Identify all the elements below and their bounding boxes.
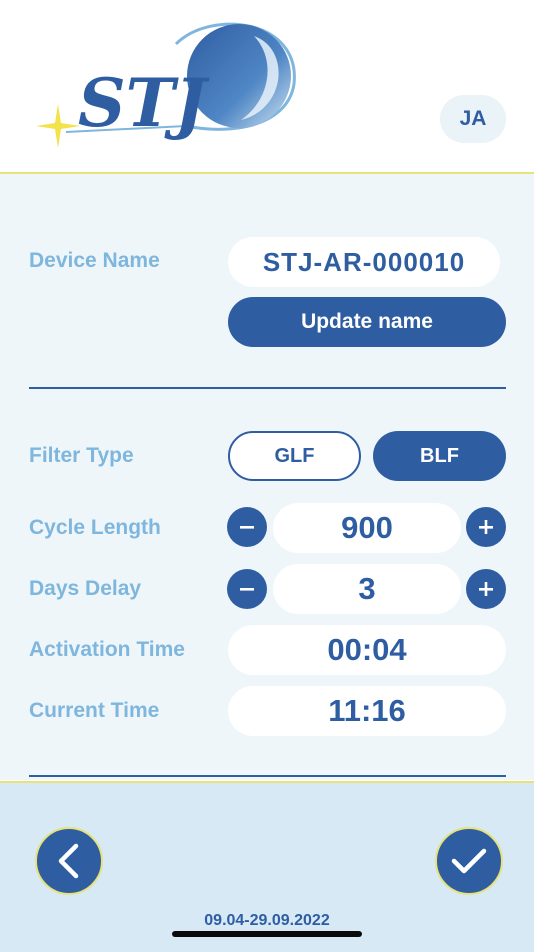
sparkle-icon [36, 104, 80, 148]
version-label: 09.04-29.09.2022 [204, 912, 330, 929]
language-button[interactable]: JA [440, 95, 506, 143]
cycle-length-decrement-button[interactable] [227, 507, 267, 547]
cycle-length-increment-button[interactable] [466, 507, 506, 547]
days-delay-value[interactable]: 3 [273, 564, 461, 614]
cycle-length-value[interactable]: 900 [273, 503, 461, 553]
svg-text:STJ: STJ [78, 64, 210, 142]
days-delay-decrement-button[interactable] [227, 569, 267, 609]
back-chevron-icon [58, 843, 79, 879]
filter-option-glf[interactable]: GLF [228, 431, 361, 481]
plus-icon [479, 582, 493, 596]
activation-time-label: Activation Time [29, 638, 185, 661]
update-name-button[interactable]: Update name [228, 297, 506, 347]
app-header: STJ JA [0, 0, 534, 174]
device-name-field[interactable]: STJ-AR-000010 [228, 237, 500, 287]
confirm-button[interactable] [435, 827, 503, 895]
days-delay-increment-button[interactable] [466, 569, 506, 609]
section-divider [29, 387, 506, 389]
days-delay-label: Days Delay [29, 577, 142, 600]
cycle-length-label: Cycle Length [29, 516, 161, 539]
activation-time-field[interactable]: 00:04 [228, 625, 506, 675]
minus-icon [240, 526, 254, 529]
filter-option-blf[interactable]: BLF [373, 431, 506, 481]
stj-logo: STJ [36, 22, 296, 148]
current-time-label: Current Time [29, 699, 160, 722]
device-name-label: Device Name [29, 249, 160, 272]
home-indicator[interactable] [172, 931, 362, 937]
current-time-field: 11:16 [228, 686, 506, 736]
minus-icon [240, 588, 254, 591]
section-divider [29, 775, 506, 777]
plus-icon [479, 520, 493, 534]
filter-type-label: Filter Type [29, 444, 134, 467]
back-button[interactable] [35, 827, 103, 895]
checkmark-icon [451, 848, 487, 874]
